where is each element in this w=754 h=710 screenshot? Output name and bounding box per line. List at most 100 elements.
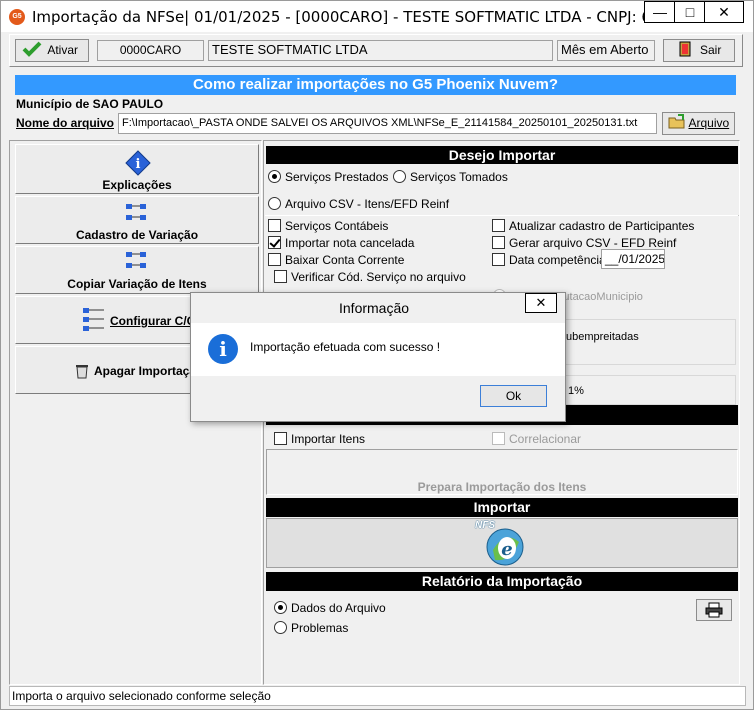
- subempreitadas-label: ubempreitadas: [566, 331, 639, 343]
- importar-itens-label: Importar Itens: [291, 432, 366, 446]
- importar-button[interactable]: e NFS: [266, 518, 738, 568]
- minimize-button[interactable]: —: [644, 1, 676, 23]
- data-competencia-label: Data competência: [509, 253, 606, 267]
- info-dialog: Informação ✕ i Importação efetuada com s…: [190, 292, 566, 422]
- info-icon: i: [208, 334, 238, 364]
- importar-cancelada-checkbox[interactable]: Importar nota cancelada: [268, 236, 414, 250]
- gerar-csv-checkbox[interactable]: Gerar arquivo CSV - EFD Reinf: [492, 236, 676, 250]
- dialog-close-button[interactable]: ✕: [525, 293, 557, 313]
- close-button[interactable]: ✕: [704, 1, 744, 23]
- copiar-variacao-button[interactable]: Copiar Variação de Itens: [15, 246, 259, 294]
- baixar-conta-checkbox[interactable]: Baixar Conta Corrente: [268, 253, 404, 267]
- correlacionar-label: Correlacionar: [509, 432, 582, 446]
- sair-button[interactable]: Sair: [663, 39, 735, 62]
- servicos-contabeis-checkbox[interactable]: Serviços Contábeis: [268, 219, 388, 233]
- municipio-label: Município de SAO PAULO: [16, 97, 164, 111]
- dados-arquivo-radio[interactable]: Dados do Arquivo: [274, 601, 386, 615]
- dialog-body: i Importação efetuada com sucesso !: [191, 323, 565, 376]
- svg-text:e: e: [501, 539, 512, 560]
- arquivo-button[interactable]: Arquivo: [662, 112, 735, 135]
- atualizar-cadastro-checkbox[interactable]: Atualizar cadastro de Participantes: [492, 219, 694, 233]
- close-icon: ✕: [535, 295, 547, 310]
- status-bar: Importa o arquivo selecionado conforme s…: [9, 686, 746, 706]
- checkbox-empty-icon: [492, 219, 505, 232]
- verificar-cod-label: Verificar Cód. Serviço no arquivo: [291, 270, 466, 284]
- subempreitadas-group: ubempreitadas: [565, 319, 736, 365]
- trash-icon: [76, 365, 88, 379]
- app-icon: G5: [9, 9, 25, 25]
- checkbox-empty-icon: [492, 253, 505, 266]
- file-path-input[interactable]: F:\Importacao\_PASTA ONDE SALVEI OS ARQU…: [118, 113, 657, 134]
- baixar-conta-label: Baixar Conta Corrente: [285, 253, 405, 267]
- sair-label: Sair: [700, 43, 722, 57]
- ok-button[interactable]: Ok: [480, 385, 547, 407]
- importar-itens-checkbox[interactable]: Importar Itens: [274, 432, 365, 446]
- radio-off-icon: [274, 621, 287, 634]
- copy-variation-icon: [126, 252, 146, 268]
- verificar-cod-checkbox[interactable]: Verificar Cód. Serviço no arquivo: [274, 270, 466, 284]
- prepara-label: Prepara Importação dos Itens: [417, 480, 587, 494]
- percent-label: 1%: [568, 385, 584, 397]
- help-banner-link[interactable]: Como realizar importações no G5 Phoenix …: [15, 75, 736, 95]
- arquivo-csv-label: Arquivo CSV - Itens/EFD Reinf: [285, 197, 450, 211]
- print-button[interactable]: [696, 599, 732, 621]
- importar-cancelada-label: Importar nota cancelada: [285, 236, 415, 250]
- checkbox-empty-icon: [492, 236, 505, 249]
- company-name-field: TESTE SOFTMATIC LTDA: [208, 40, 553, 61]
- info-diamond-icon: i: [125, 150, 151, 176]
- exit-door-icon: [679, 41, 691, 57]
- dialog-title-bar: Informação ✕: [191, 293, 565, 323]
- radio-on-icon: [274, 601, 287, 614]
- ativar-label: Ativar: [47, 43, 79, 57]
- minimize-icon: —: [653, 4, 667, 20]
- prepara-button[interactable]: Prepara Importação dos Itens: [266, 449, 738, 495]
- checkbox-empty-icon: [492, 432, 505, 445]
- data-competencia-checkbox[interactable]: Data competência: [492, 253, 606, 267]
- main-window: G5 Importação da NFSe| 01/01/2025 - [000…: [0, 0, 754, 710]
- radio-off-icon: [268, 197, 281, 210]
- servicos-tomados-radio[interactable]: Serviços Tomados: [393, 170, 508, 184]
- maximize-button[interactable]: □: [674, 1, 706, 23]
- radio-on-icon: [268, 170, 281, 183]
- close-icon: ✕: [718, 4, 730, 20]
- arquivo-button-label: Arquivo: [688, 116, 730, 130]
- period-status-field: Mês em Aberto: [557, 40, 655, 61]
- percent-group: 1%: [565, 375, 736, 405]
- relatorio-header: Relatório da Importação: [266, 572, 738, 591]
- servicos-contabeis-label: Serviços Contábeis: [285, 219, 389, 233]
- cadastro-variacao-button[interactable]: Cadastro de Variação: [15, 196, 259, 244]
- company-code-field: 0000CARO: [97, 40, 204, 61]
- cadastro-variacao-label: Cadastro de Variação: [75, 228, 199, 242]
- explicacoes-button[interactable]: i Explicações: [15, 144, 259, 194]
- apagar-label: Apagar Importação: [94, 364, 204, 378]
- dados-arquivo-label: Dados do Arquivo: [291, 601, 386, 615]
- servicos-prestados-radio[interactable]: Serviços Prestados: [268, 170, 388, 184]
- checkmark-icon: [22, 41, 42, 57]
- data-competencia-input[interactable]: __/01/2025: [601, 249, 665, 269]
- open-folder-icon: [668, 114, 685, 129]
- arquivo-csv-radio[interactable]: Arquivo CSV - Itens/EFD Reinf: [268, 197, 449, 211]
- checkbox-empty-icon: [268, 253, 281, 266]
- window-title: Importação da NFSe| 01/01/2025 - [0000CA…: [32, 8, 723, 26]
- problemas-radio[interactable]: Problemas: [274, 621, 348, 635]
- explicacoes-label: Explicações: [102, 178, 172, 192]
- dialog-message: Importação efetuada com sucesso !: [250, 340, 441, 354]
- problemas-label: Problemas: [291, 621, 349, 635]
- gerar-csv-label: Gerar arquivo CSV - EFD Reinf: [509, 236, 677, 250]
- nfse-logo-label: NFS: [475, 520, 495, 531]
- checkbox-empty-icon: [268, 219, 281, 232]
- servicos-tomados-label: Serviços Tomados: [410, 170, 508, 184]
- printer-icon: [705, 602, 723, 618]
- title-bar: G5 Importação da NFSe| 01/01/2025 - [000…: [1, 1, 753, 32]
- checkbox-empty-icon: [274, 270, 287, 283]
- checkbox-empty-icon: [274, 432, 287, 445]
- correlacionar-checkbox[interactable]: Correlacionar: [492, 432, 581, 446]
- atualizar-cadastro-label: Atualizar cadastro de Participantes: [509, 219, 695, 233]
- arquivo-label: Nome do arquivo: [16, 116, 115, 130]
- importar-header: Importar: [266, 498, 738, 517]
- radio-off-icon: [393, 170, 406, 183]
- divider: [265, 215, 739, 216]
- svg-text:i: i: [136, 157, 141, 172]
- ativar-button[interactable]: Ativar: [15, 39, 89, 62]
- desejo-header: Desejo Importar: [266, 146, 738, 164]
